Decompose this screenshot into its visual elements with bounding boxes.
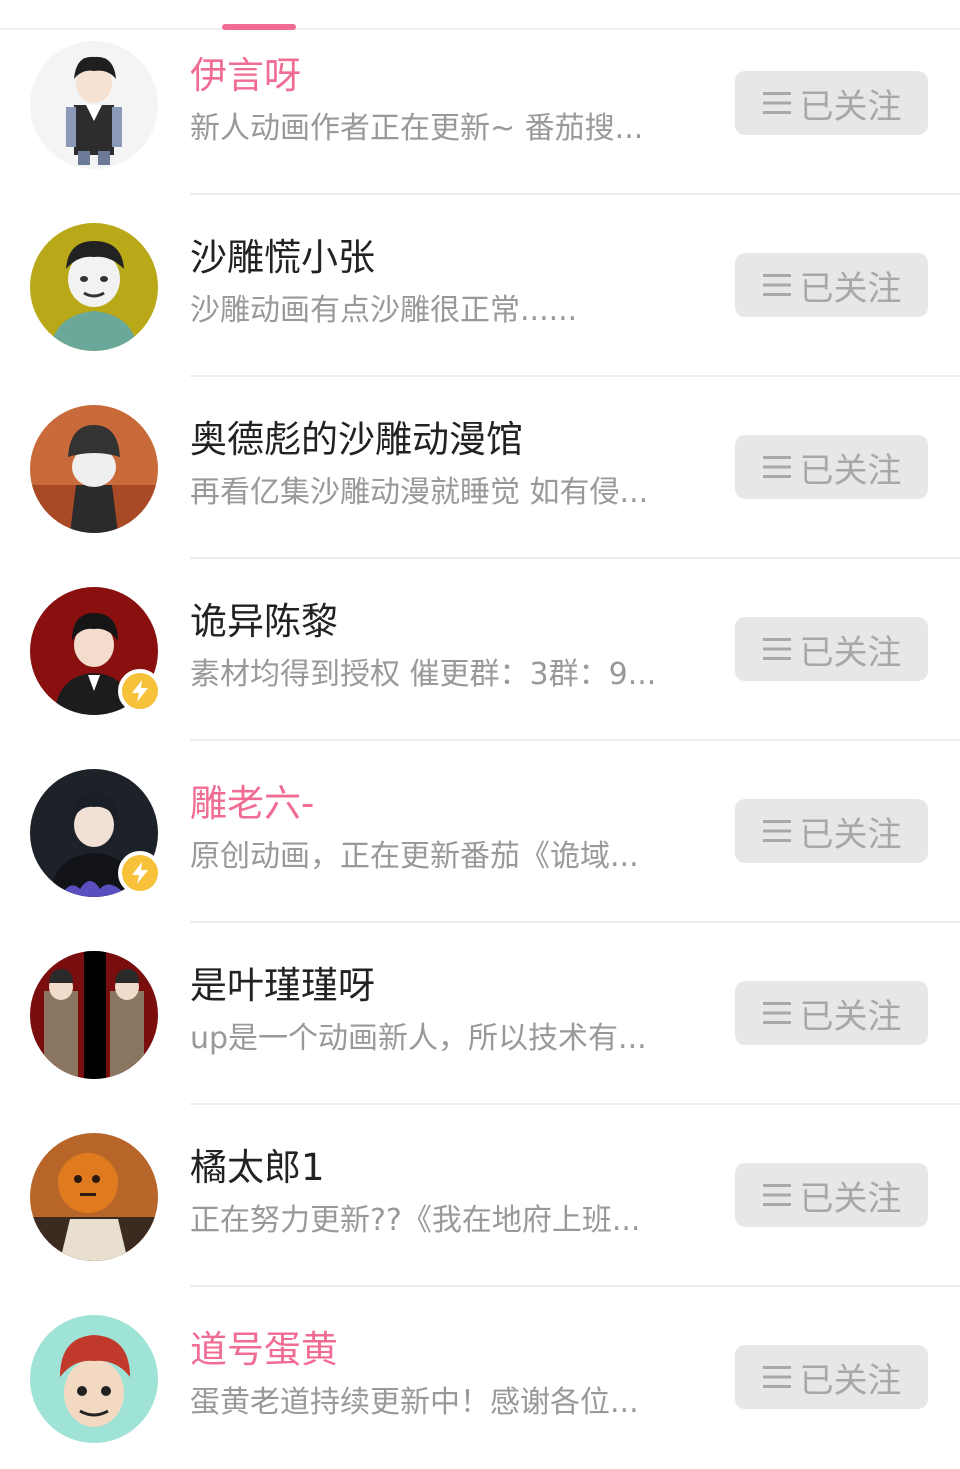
lightning-icon [132, 862, 148, 884]
followed-button[interactable]: 已关注 [735, 799, 928, 863]
user-description: 新人动画作者正在更新~ 番茄搜... [190, 111, 644, 146]
followed-button-label: 已关注 [799, 450, 902, 491]
avatar[interactable] [30, 1315, 158, 1443]
menu-lines-icon [762, 1366, 791, 1388]
verified-badge [118, 851, 162, 895]
menu-lines-icon [762, 456, 791, 478]
menu-lines-icon [762, 638, 791, 660]
menu-lines-icon [762, 1184, 791, 1206]
list-item[interactable]: 伊言呀 新人动画作者正在更新~ 番茄搜... 已关注 [0, 13, 960, 195]
user-name[interactable]: 道号蛋黄 [190, 1327, 338, 1373]
list-item[interactable]: 雕老六- 原创动画，正在更新番茄《诡域... 已关注 [0, 741, 960, 923]
user-description: 正在努力更新??《我在地府上班... [190, 1203, 641, 1238]
followed-button[interactable]: 已关注 [735, 1345, 928, 1409]
verified-badge [118, 669, 162, 713]
menu-lines-icon [762, 274, 791, 296]
user-name[interactable]: 橘太郎1 [190, 1145, 325, 1191]
user-name[interactable]: 奥德彪的沙雕动漫馆 [190, 417, 523, 463]
followed-button-label: 已关注 [799, 996, 902, 1037]
avatar[interactable] [30, 41, 158, 169]
user-name[interactable]: 伊言呀 [190, 53, 301, 99]
user-description: 蛋黄老道持续更新中！感谢各位... [190, 1385, 639, 1420]
user-description: 再看亿集沙雕动漫就睡觉 如有侵... [190, 475, 649, 510]
user-name[interactable]: 是叶瑾瑾呀 [190, 963, 375, 1009]
avatar[interactable] [30, 951, 158, 1079]
followed-button[interactable]: 已关注 [735, 617, 928, 681]
character-avatar-boy-vest-icon [30, 41, 158, 169]
list-item[interactable]: 是叶瑾瑾呀 up是一个动画新人，所以技术有... 已关注 [0, 923, 960, 1105]
followed-button-label: 已关注 [799, 268, 902, 309]
followed-button[interactable]: 已关注 [735, 981, 928, 1045]
list-item[interactable]: 诡异陈黎 素材均得到授权 催更群：3群：9... 已关注 [0, 559, 960, 741]
user-name[interactable]: 诡异陈黎 [190, 599, 338, 645]
list-item[interactable]: 奥德彪的沙雕动漫馆 再看亿集沙雕动漫就睡觉 如有侵... 已关注 [0, 377, 960, 559]
lightning-icon [132, 680, 148, 702]
followed-button[interactable]: 已关注 [735, 253, 928, 317]
user-name[interactable]: 雕老六- [190, 781, 314, 827]
following-list: 伊言呀 新人动画作者正在更新~ 番茄搜... 已关注 沙雕慌小张 沙雕动画有点沙… [0, 13, 960, 1469]
followed-button-label: 已关注 [799, 1360, 902, 1401]
followed-button-label: 已关注 [799, 86, 902, 127]
followed-button-label: 已关注 [799, 1178, 902, 1219]
menu-lines-icon [762, 820, 791, 842]
user-description: up是一个动画新人，所以技术有... [190, 1021, 647, 1056]
followed-button[interactable]: 已关注 [735, 71, 928, 135]
user-description: 原创动画，正在更新番茄《诡域... [190, 839, 639, 874]
list-item[interactable]: 沙雕慌小张 沙雕动画有点沙雕很正常...... 已关注 [0, 195, 960, 377]
user-description: 沙雕动画有点沙雕很正常...... [190, 293, 578, 328]
followed-button-label: 已关注 [799, 814, 902, 855]
meme-face-avatar-icon [30, 223, 158, 351]
followed-button-label: 已关注 [799, 632, 902, 673]
menu-lines-icon [762, 92, 791, 114]
followed-button[interactable]: 已关注 [735, 1163, 928, 1227]
menu-lines-icon [762, 1002, 791, 1024]
pumpkin-skeleton-avatar-icon [30, 1133, 158, 1261]
list-item[interactable]: 道号蛋黄 蛋黄老道持续更新中！感谢各位... 已关注 [0, 1287, 960, 1469]
cartoon-red-hair-avatar-icon [30, 1315, 158, 1443]
avatar[interactable] [30, 223, 158, 351]
followed-button[interactable]: 已关注 [735, 435, 928, 499]
user-name[interactable]: 沙雕慌小张 [190, 235, 375, 281]
user-description: 素材均得到授权 催更群：3群：9... [190, 657, 657, 692]
twin-soldiers-avatar-icon [30, 951, 158, 1079]
helmet-character-avatar-icon [30, 405, 158, 533]
list-item[interactable]: 橘太郎1 正在努力更新??《我在地府上班... 已关注 [0, 1105, 960, 1287]
avatar[interactable] [30, 405, 158, 533]
avatar[interactable] [30, 1133, 158, 1261]
